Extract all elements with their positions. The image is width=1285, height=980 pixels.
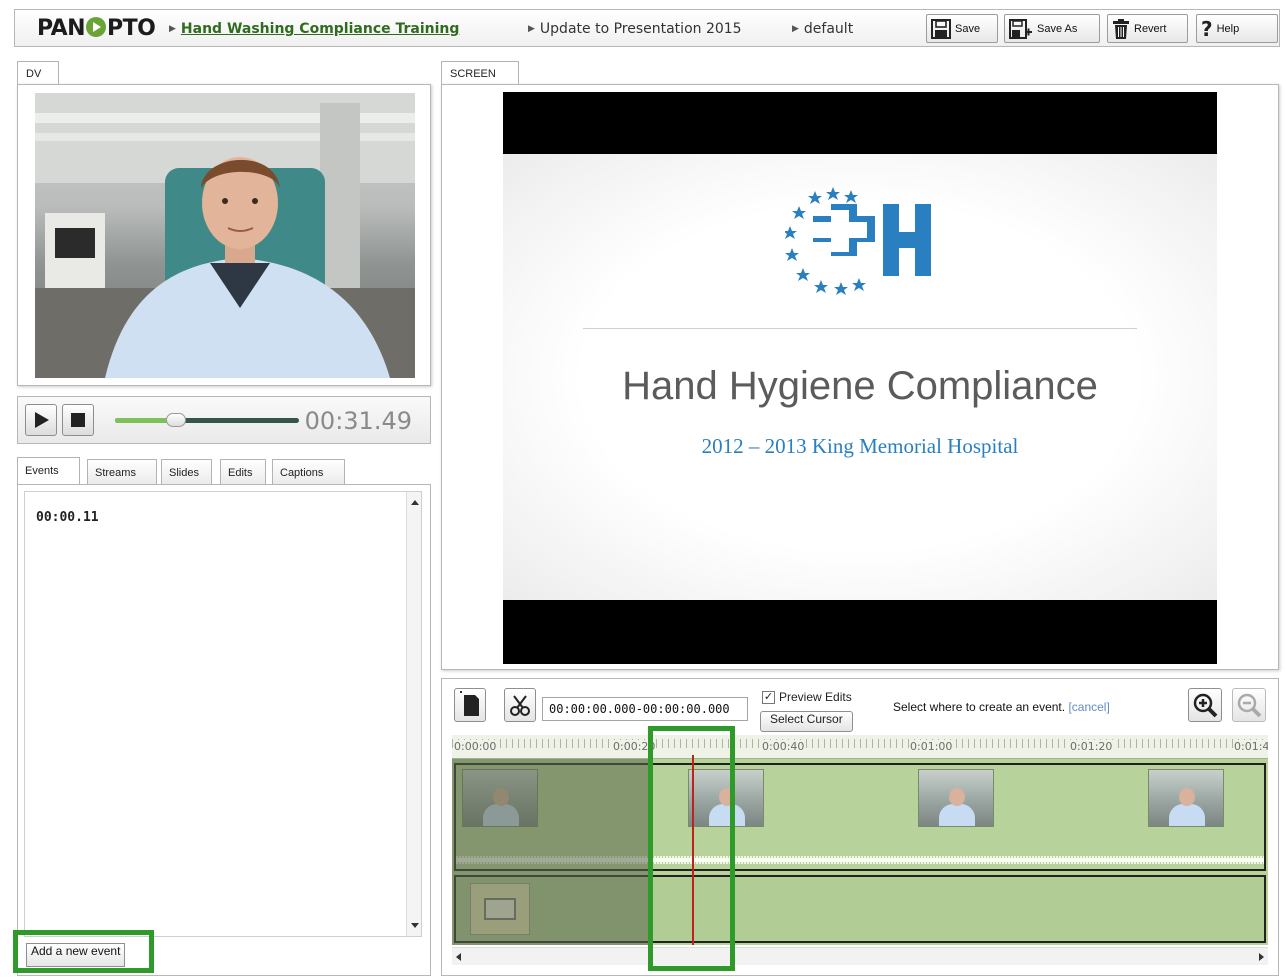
events-list: 00:00.11	[24, 491, 422, 937]
timeline-ruler[interactable]: 0:00:00 0:00:20 0:00:40 0:01:00 0:01:20 …	[452, 735, 1268, 759]
save-button[interactable]: Save	[926, 14, 998, 43]
floppy-disk-icon	[931, 18, 951, 39]
slide-divider	[583, 328, 1137, 329]
preview-edits-checkbox[interactable]: ✓ Preview Edits	[762, 690, 852, 704]
timeline-scrollbar[interactable]	[452, 947, 1268, 965]
highlight-playhead-area	[648, 726, 735, 971]
cancel-link[interactable]: [cancel]	[1068, 700, 1109, 714]
tick-label: 0:00:00	[453, 740, 498, 753]
dv-video-frame	[35, 93, 415, 378]
checkbox-checked-icon[interactable]: ✓	[762, 690, 775, 704]
top-toolbar: PAN PTO ▶ Hand Washing Compliance Training…	[14, 9, 1280, 47]
screen-panel: Hand Hygiene Compliance 2012 – 2013 King…	[441, 84, 1279, 670]
trash-icon	[1113, 18, 1129, 39]
tab-streams[interactable]: Streams	[87, 459, 157, 485]
tick-label: 0:01:20	[1069, 740, 1114, 753]
zoom-out-button[interactable]	[1232, 688, 1266, 722]
panopto-logo: PAN PTO	[37, 16, 156, 41]
breadcrumb-arrow-icon: ▶	[169, 24, 176, 34]
help-button[interactable]: ? Help	[1196, 14, 1278, 43]
scroll-down-icon[interactable]	[411, 923, 419, 928]
breadcrumb-arrow-icon: ▶	[792, 24, 799, 34]
course-link[interactable]: Hand Washing Compliance Training	[181, 21, 459, 37]
events-panel: 00:00.11 Add a new event	[17, 484, 431, 976]
logo-play-icon	[86, 17, 107, 37]
slide-body: Hand Hygiene Compliance 2012 – 2013 King…	[503, 154, 1217, 600]
scroll-left-icon[interactable]	[456, 953, 461, 961]
question-mark-icon: ?	[1201, 16, 1213, 41]
highlight-add-event	[13, 930, 154, 973]
current-time: 00:31.49	[304, 407, 412, 435]
tick-label: 0:01:4	[1233, 740, 1268, 753]
edit-range-field[interactable]: 00:00:00.000-00:00:00.000	[542, 697, 748, 721]
save-as-label: Save As	[1037, 22, 1078, 35]
video-thumbnail	[918, 769, 994, 827]
breadcrumb-arrow-icon: ▶	[528, 24, 535, 34]
breadcrumb-course: ▶ Hand Washing Compliance Training	[169, 21, 459, 37]
save-as-icon	[1009, 18, 1032, 39]
logo-text-right: PTO	[107, 16, 156, 41]
tab-events[interactable]: Events	[17, 457, 80, 485]
cut-tool-button[interactable]	[504, 688, 536, 722]
playback-slider[interactable]	[115, 413, 299, 427]
player-controls: 00:31.49	[17, 396, 431, 444]
help-label: Help	[1216, 22, 1240, 35]
slide-frame: Hand Hygiene Compliance 2012 – 2013 King…	[503, 92, 1217, 664]
zoom-in-button[interactable]	[1188, 688, 1222, 722]
slide-subtitle: 2012 – 2013 King Memorial Hospital	[701, 434, 1019, 458]
breadcrumb-session: ▶ Update to Presentation 2015	[528, 21, 742, 37]
list-item[interactable]: 00:00.11	[36, 510, 99, 525]
revert-label: Revert	[1134, 22, 1167, 35]
event-hint: Select where to create an event. [cancel…	[893, 700, 1110, 714]
add-event-tool-button[interactable]	[454, 688, 486, 722]
zoom-in-icon	[1193, 693, 1218, 718]
tick-label: 0:01:00	[909, 740, 954, 753]
tab-dv[interactable]: DV	[17, 61, 59, 85]
preview-edits-label: Preview Edits	[779, 690, 852, 704]
scroll-right-icon[interactable]	[1259, 953, 1264, 961]
dv-panel	[17, 84, 431, 386]
tick-label: 0:00:40	[761, 740, 806, 753]
tab-edits[interactable]: Edits	[220, 459, 266, 485]
play-button[interactable]	[25, 404, 57, 436]
tab-captions[interactable]: Captions	[272, 459, 345, 485]
breadcrumb-version: ▶ default	[792, 21, 853, 37]
trimmed-region	[452, 759, 649, 945]
version-name: default	[803, 21, 854, 37]
video-thumbnail	[1148, 769, 1224, 827]
play-icon	[35, 412, 49, 428]
select-cursor-button[interactable]: Select Cursor	[760, 711, 853, 732]
session-name: Update to Presentation 2015	[539, 21, 742, 37]
presenter-video-image	[35, 93, 415, 378]
save-as-button[interactable]: Save As	[1004, 14, 1100, 43]
slide-title: Hand Hygiene Compliance	[622, 364, 1098, 408]
timeline-toolbar: 00:00:00.000-00:00:00.000 ✓ Preview Edit…	[442, 679, 1278, 735]
revert-button[interactable]: Revert	[1107, 14, 1188, 43]
event-hint-text: Select where to create an event.	[893, 700, 1066, 714]
zoom-out-icon	[1237, 693, 1262, 718]
events-scrollbar[interactable]	[406, 492, 421, 936]
stop-icon	[71, 413, 85, 427]
save-label: Save	[955, 22, 981, 35]
logo-text-left: PAN	[37, 16, 86, 41]
scissors-icon	[510, 695, 530, 716]
timeline-track-area[interactable]: 0:00:00 0:00:20 0:00:40 0:01:00 0:01:20 …	[452, 735, 1268, 945]
stop-button[interactable]	[62, 404, 94, 436]
add-page-icon	[460, 691, 479, 716]
tab-screen[interactable]: SCREEN	[441, 61, 519, 85]
timeline-panel: 00:00:00.000-00:00:00.000 ✓ Preview Edit…	[441, 678, 1279, 976]
playback-slider-knob[interactable]	[165, 413, 186, 427]
tab-slides[interactable]: Slides	[161, 459, 212, 485]
scroll-up-icon[interactable]	[411, 500, 419, 505]
hospital-logo-icon	[785, 187, 931, 295]
